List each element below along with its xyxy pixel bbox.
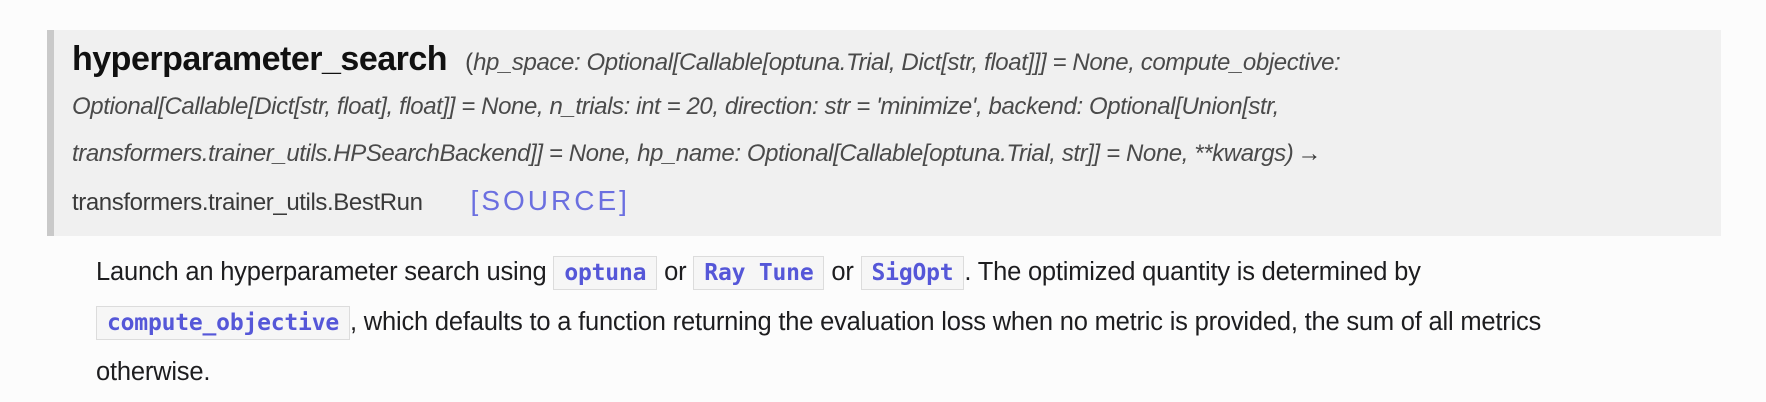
signature-line-3: transformers.trainer_utils.HPSearchBacke…: [72, 130, 1701, 177]
optuna-code-link[interactable]: optuna: [553, 256, 658, 290]
open-paren: (: [465, 49, 474, 76]
signature-line-1: hyperparameter_search (hp_space: Optional…: [72, 36, 1701, 83]
description-line-2: compute_objective, which defaults to a f…: [96, 297, 1736, 347]
signature-line-2: Optional[Callable[Dict[str, float], floa…: [72, 83, 1701, 130]
description-text: . The optimized quantity is determined b…: [964, 258, 1421, 286]
function-name: hyperparameter_search: [72, 40, 448, 78]
raytune-code-link[interactable]: Ray Tune: [693, 256, 825, 290]
source-link[interactable]: [SOURCE]: [471, 185, 630, 216]
signature-params-1: hp_space: Optional[Callable[optuna.Trial…: [473, 49, 1341, 76]
signature-line-4: transformers.trainer_utils.BestRun [SOURC…: [72, 177, 1701, 224]
compute-objective-code[interactable]: compute_objective: [96, 306, 351, 340]
description-text: otherwise.: [96, 358, 211, 386]
description-text: , which defaults to a function returning…: [350, 308, 1542, 336]
return-type: transformers.trainer_utils.BestRun: [72, 189, 423, 216]
function-signature: hyperparameter_search (hp_space: Optional…: [47, 30, 1721, 236]
sigopt-code-link[interactable]: SigOpt: [860, 256, 965, 290]
description-line-1: Launch an hyperparameter search using op…: [96, 247, 1736, 297]
function-description: Launch an hyperparameter search using op…: [96, 247, 1736, 397]
signature-params-2: Optional[Callable[Dict[str, float], floa…: [72, 93, 1279, 120]
description-text: or: [824, 258, 861, 286]
description-text: Launch an hyperparameter search using: [96, 258, 554, 286]
return-arrow-icon: →: [1297, 140, 1322, 167]
description-text: or: [657, 258, 694, 286]
signature-params-3: transformers.trainer_utils.HPSearchBacke…: [72, 140, 1286, 167]
description-line-3: otherwise.: [96, 347, 1736, 397]
close-paren: ): [1285, 140, 1294, 167]
